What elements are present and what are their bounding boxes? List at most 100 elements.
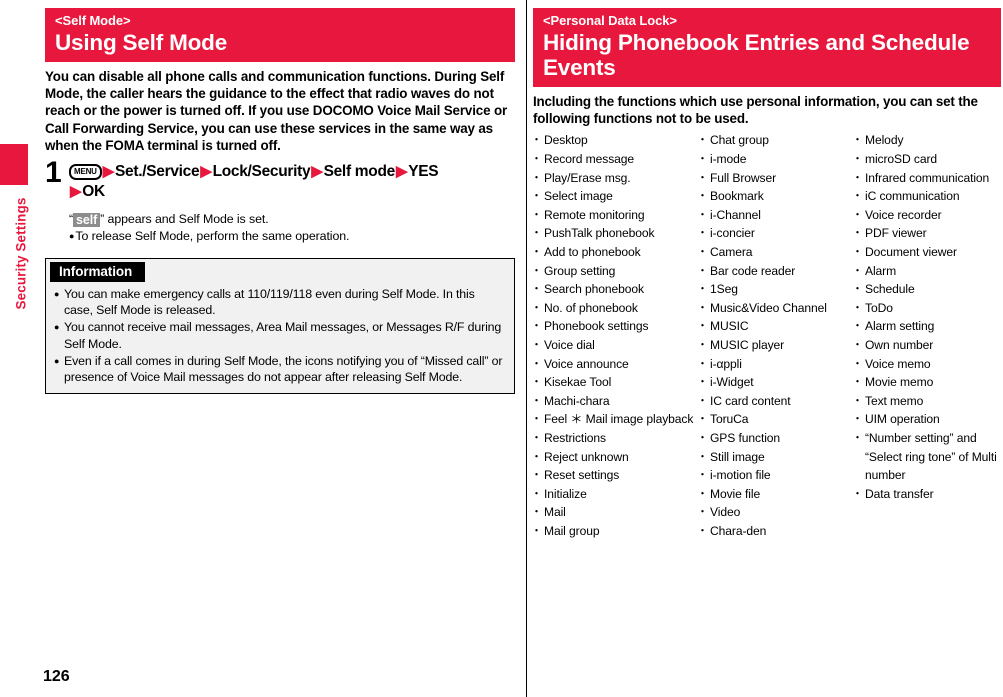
function-list-item: MUSIC — [697, 317, 854, 336]
function-list-item: Chat group — [697, 131, 854, 150]
function-list-item: 1Seg — [697, 280, 854, 299]
self-mode-kicker: <Self Mode> — [55, 13, 131, 28]
arrow-icon: ▶ — [311, 163, 323, 181]
step-note-bullet: To release Self Mode, perform the same o… — [69, 228, 515, 245]
function-list-item: Desktop — [531, 131, 699, 150]
function-list-item: Bar code reader — [697, 262, 854, 281]
function-list: DesktopRecord messagePlay/Erase msg.Sele… — [531, 131, 1001, 541]
self-mode-intro: You can disable all phone calls and comm… — [45, 69, 508, 153]
function-list-item: Phonebook settings — [531, 317, 699, 336]
function-list-item: Group setting — [531, 262, 699, 281]
self-status-icon: self — [73, 213, 101, 228]
function-column-2: Chat groupi-modeFull BrowserBookmarki-Ch… — [697, 131, 854, 541]
left-column: <Self Mode> Using Self Mode You can disa… — [45, 8, 515, 395]
function-list-item: Mail — [531, 503, 699, 522]
function-list-item: Record message — [531, 150, 699, 169]
note-text: ” appears and Self Mode is set. — [100, 212, 269, 227]
right-column: <Personal Data Lock> Hiding Phonebook En… — [531, 8, 1001, 541]
personal-data-lock-section-header: <Personal Data Lock> Hiding Phonebook En… — [533, 8, 1001, 87]
function-list-item: Voice announce — [531, 355, 699, 374]
function-list-item: Document viewer — [852, 243, 1001, 262]
function-list-item: i-Channel — [697, 206, 854, 225]
function-list-item: Own number — [852, 336, 1001, 355]
function-list-item: Bookmark — [697, 187, 854, 206]
step-item-4: OK — [82, 183, 105, 201]
function-list-item: Voice recorder — [852, 206, 1001, 225]
function-list-item: “Number setting” and “Select ring tone” o… — [852, 429, 1001, 485]
chapter-side-tab: Security Settings — [0, 0, 30, 697]
function-list-item: Mail group — [531, 522, 699, 541]
step-sequence: MENU ▶Set./Service▶Lock/Security▶Self mod… — [69, 162, 515, 202]
function-list-item: Machi-chara — [531, 392, 699, 411]
function-list-item: Text memo — [852, 392, 1001, 411]
function-list-item: Melody — [852, 131, 1001, 150]
information-box: Information You can make emergency calls… — [45, 258, 515, 395]
function-list-item: Voice memo — [852, 355, 1001, 374]
function-list-item: Feel ＊ Mail image playback — [531, 410, 699, 429]
function-list-item: PushTalk phonebook — [531, 224, 699, 243]
function-list-item: PDF viewer — [852, 224, 1001, 243]
personal-data-lock-kicker: <Personal Data Lock> — [543, 13, 677, 28]
function-list-item: Restrictions — [531, 429, 699, 448]
function-list-item: i-Widget — [697, 373, 854, 392]
function-list-item: Infrared communication — [852, 169, 1001, 188]
function-list-item: iC communication — [852, 187, 1001, 206]
function-list-item: Music&Video Channel — [697, 299, 854, 318]
page-number: 126 — [43, 668, 70, 685]
function-list-item: i-αppli — [697, 355, 854, 374]
function-list-item-line: “Select ring tone” of Multi — [865, 449, 997, 464]
function-list-item: Chara-den — [697, 522, 854, 541]
personal-data-lock-intro: Including the functions which use person… — [533, 94, 978, 127]
function-list-item: IC card content — [697, 392, 854, 411]
step-item-0: Set./Service — [115, 163, 200, 181]
function-list-item: Play/Erase msg. — [531, 169, 699, 188]
self-mode-step-1: 1 MENU ▶Set./Service▶Lock/Security▶Self m… — [45, 158, 515, 245]
function-list-item: Alarm setting — [852, 317, 1001, 336]
function-list-item: Search phonebook — [531, 280, 699, 299]
information-box-title: Information — [50, 262, 146, 283]
function-list-item: i-motion file — [697, 466, 854, 485]
function-list-item: Data transfer — [852, 485, 1001, 504]
chapter-tab-block — [0, 144, 28, 185]
function-list-item: Add to phonebook — [531, 243, 699, 262]
arrow-icon: ▶ — [200, 163, 212, 181]
function-column-1: DesktopRecord messagePlay/Erase msg.Sele… — [531, 131, 699, 541]
function-list-item: Movie memo — [852, 373, 1001, 392]
step-note: “self” appears and Self Mode is set. — [69, 211, 515, 228]
function-list-item: Select image — [531, 187, 699, 206]
information-item: You cannot receive mail messages, Area M… — [54, 319, 506, 351]
function-list-item: ToruCa — [697, 410, 854, 429]
function-list-item: GPS function — [697, 429, 854, 448]
function-list-item: Still image — [697, 448, 854, 467]
step-number: 1 — [45, 156, 62, 190]
function-list-item-line: “Number setting” and — [865, 430, 977, 445]
function-list-item: Camera — [697, 243, 854, 262]
chapter-tab-label: Security Settings — [13, 197, 29, 310]
function-list-item: i-concier — [697, 224, 854, 243]
menu-key-icon: MENU — [69, 164, 102, 181]
function-list-item: Schedule — [852, 280, 1001, 299]
arrow-icon: ▶ — [395, 163, 408, 181]
function-list-item: Reset settings — [531, 466, 699, 485]
function-list-item: microSD card — [852, 150, 1001, 169]
function-list-item: Full Browser — [697, 169, 854, 188]
function-list-item: Initialize — [531, 485, 699, 504]
information-item: Even if a call comes in during Self Mode… — [54, 353, 506, 385]
function-column-3: MelodymicroSD cardInfrared communication… — [852, 131, 1001, 540]
function-list-item: UIM operation — [852, 410, 1001, 429]
function-list-item: Reject unknown — [531, 448, 699, 467]
function-list-item: i-mode — [697, 150, 854, 169]
self-mode-title: Using Self Mode — [55, 30, 228, 55]
function-list-item: Movie file — [697, 485, 854, 504]
function-list-item: Kisekae Tool — [531, 373, 699, 392]
step-item-3: YES — [408, 163, 439, 181]
step-item-1: Lock/Security — [212, 163, 311, 181]
arrow-icon: ▶ — [70, 183, 82, 201]
personal-data-lock-title: Hiding Phonebook Entries and Schedule Ev… — [543, 30, 970, 80]
function-list-item: ToDo — [852, 299, 1001, 318]
function-list-item: MUSIC player — [697, 336, 854, 355]
information-item: You can make emergency calls at 110/119/… — [54, 286, 506, 318]
function-list-item: Remote monitoring — [531, 206, 699, 225]
function-list-item: Video — [697, 503, 854, 522]
arrow-icon: ▶ — [102, 163, 115, 181]
